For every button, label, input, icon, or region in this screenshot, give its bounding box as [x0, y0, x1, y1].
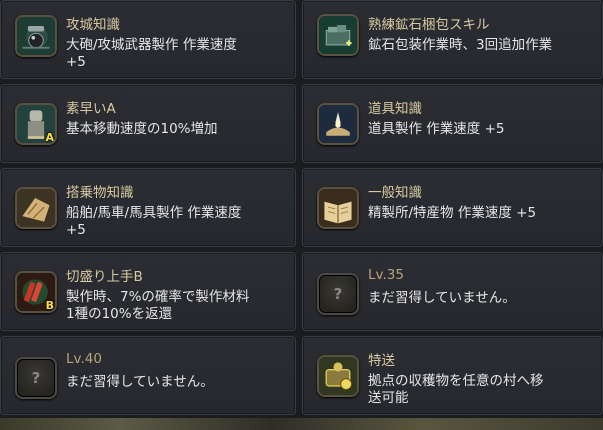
skill-description: 大砲/攻城武器製作 作業速度 +5: [66, 37, 237, 70]
skill-card-ore-packing[interactable]: 熟練鉱石梱包スキル 鉱石包装作業時、3回追加作業: [302, 0, 603, 79]
skill-card-agility-a[interactable]: A 素早いA 基本移動速度の10%増加: [0, 84, 296, 163]
skill-card-general-knowledge[interactable]: 一般知識 精製所/特産物 作業速度 +5: [302, 168, 603, 247]
tool-knowledge-icon: [317, 103, 359, 145]
skill-title: 搭乗物知識: [66, 185, 134, 201]
skill-title: 素早いA: [66, 101, 116, 117]
skill-description: 製作時、7%の確率で製作材料 1種の10%を返還: [66, 289, 250, 322]
skill-card-siege-knowledge[interactable]: 攻城知識 大砲/攻城武器製作 作業速度 +5: [0, 0, 296, 79]
general-knowledge-icon: [317, 187, 359, 229]
skill-title: 攻城知識: [66, 17, 120, 33]
skill-title: 特送: [368, 353, 395, 369]
siege-weapon-icon: [15, 15, 57, 57]
locked-skill-icon: ?: [317, 273, 359, 315]
ore-packing-icon: [317, 14, 359, 56]
rank-badge: A: [45, 131, 54, 144]
skill-card-tool-knowledge[interactable]: 道具知識 道具製作 作業速度 +5: [302, 84, 603, 163]
skill-card-locked-lv35[interactable]: ? Lv.35 まだ習得していません。: [302, 252, 603, 331]
skill-description: まだ習得していません。: [368, 290, 516, 306]
resourceful-icon: B: [15, 271, 57, 313]
skill-card-special-delivery[interactable]: 特送 拠点の収穫物を任意の村へ移 送可能: [302, 336, 603, 415]
skill-description: 精製所/特産物 作業速度 +5: [368, 205, 537, 221]
background-scenery: [0, 418, 603, 430]
skill-level-requirement: Lv.40: [66, 351, 102, 367]
skill-card-resourceful-b[interactable]: B 切盛り上手B 製作時、7%の確率で製作材料 1種の10%を返還: [0, 252, 296, 331]
question-mark-icon: ?: [333, 285, 343, 303]
skill-level-requirement: Lv.35: [368, 267, 404, 283]
skill-title: 一般知識: [368, 185, 422, 201]
mount-knowledge-icon: [15, 187, 57, 229]
rank-badge: B: [45, 299, 54, 312]
skill-title: 切盛り上手B: [66, 269, 143, 285]
skill-description: 道具製作 作業速度 +5: [368, 121, 505, 137]
agility-icon: A: [15, 103, 57, 145]
worker-skill-grid: 攻城知識 大砲/攻城武器製作 作業速度 +5 熟練鉱石梱包スキル 鉱石包装作業時…: [0, 0, 603, 430]
skill-title: 道具知識: [368, 101, 422, 117]
locked-skill-icon: ?: [15, 357, 57, 399]
skill-description: まだ習得していません。: [66, 374, 214, 390]
question-mark-icon: ?: [31, 369, 41, 387]
skill-description: 鉱石包装作業時、3回追加作業: [368, 37, 553, 53]
skill-description: 船舶/馬車/馬具製作 作業速度 +5: [66, 205, 242, 238]
skill-description: 拠点の収穫物を任意の村へ移 送可能: [368, 373, 544, 406]
skill-title: 熟練鉱石梱包スキル: [368, 17, 490, 33]
skill-description: 基本移動速度の10%増加: [66, 121, 218, 137]
skill-card-locked-lv40[interactable]: ? Lv.40 まだ習得していません。: [0, 336, 296, 415]
special-delivery-icon: [317, 355, 359, 397]
skill-card-mount-knowledge[interactable]: 搭乗物知識 船舶/馬車/馬具製作 作業速度 +5: [0, 168, 296, 247]
